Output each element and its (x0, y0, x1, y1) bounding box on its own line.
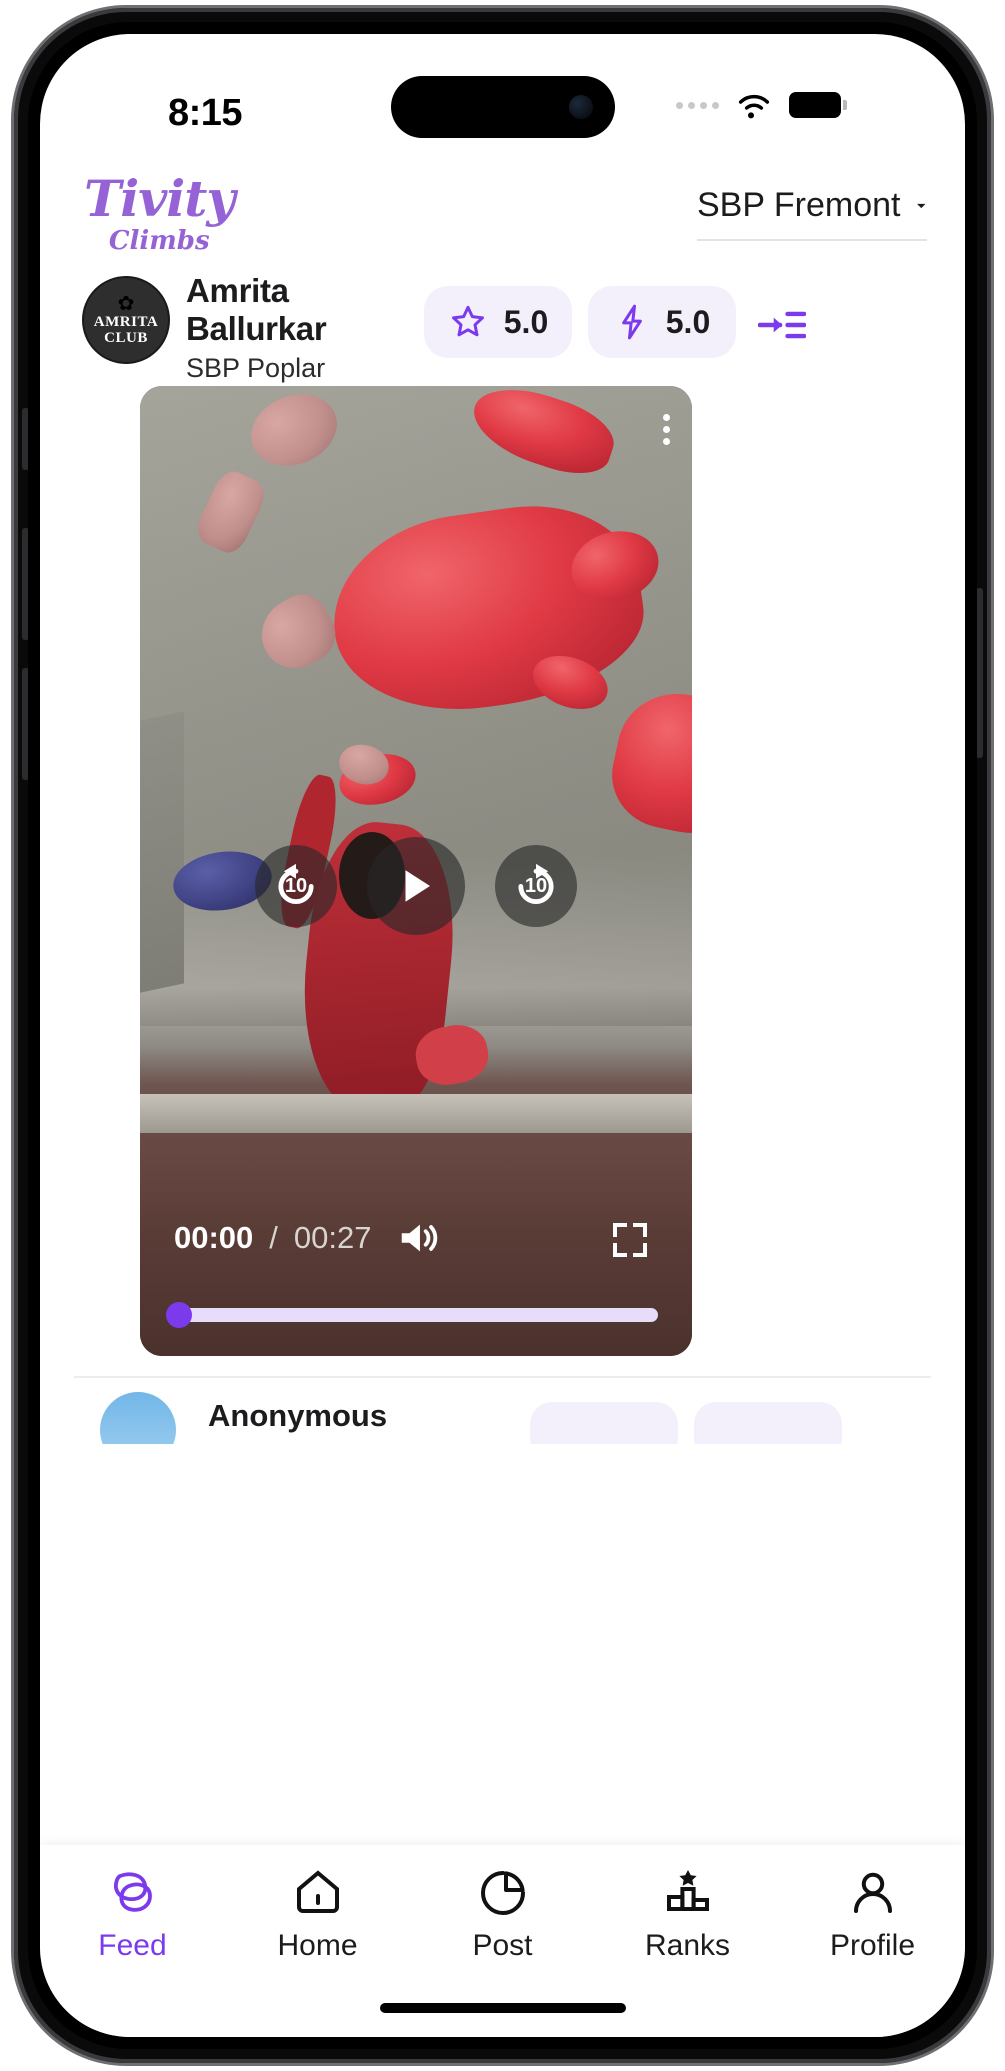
video-more-options-button[interactable] (663, 414, 670, 445)
current-time: 00:00 (174, 1220, 254, 1255)
volume-up-icon[interactable] (396, 1218, 442, 1258)
ranks-icon (666, 1870, 709, 1911)
add-to-list-icon (757, 311, 807, 339)
status-time: 8:15 (168, 92, 243, 134)
front-camera-icon (568, 95, 593, 119)
video-time-display: 00:00 / 00:27 (174, 1218, 442, 1258)
nav-item-profile[interactable]: Profile (798, 1867, 948, 1963)
total-time: 00:27 (293, 1220, 372, 1255)
add-to-list-button[interactable] (757, 306, 807, 349)
rating-pill[interactable]: 5.0 (424, 286, 572, 358)
nav-label-profile: Profile (829, 1929, 916, 1962)
chevron-down-icon (917, 203, 926, 208)
nav-label-feed: Feed (98, 1929, 167, 1962)
forward-seconds-label: 10 (524, 874, 548, 897)
feed-divider (74, 1376, 931, 1378)
forward-10-button[interactable]: 10 (495, 845, 577, 927)
nav-label-post: Post (472, 1929, 533, 1962)
feed-icon (113, 1872, 152, 1912)
app-logo: Tivity Climbs (84, 169, 235, 257)
rewind-seconds-label: 10 (284, 874, 308, 897)
video-bottom-controls: 00:00 / 00:27 (140, 1196, 692, 1356)
status-bar: 8:15 (40, 34, 965, 166)
brand-name: Tivity (84, 169, 235, 228)
power-pill[interactable]: 5.0 (588, 286, 736, 358)
nav-label-home: Home (277, 1929, 358, 1962)
profile-icon (853, 1872, 892, 1913)
battery-full-icon (789, 92, 847, 118)
next-post-avatar (100, 1392, 176, 1444)
wifi-icon (738, 94, 770, 119)
post-user-info: Amrita Ballurkar SBP Poplar (186, 272, 416, 384)
app-header: Tivity Climbs SBP Fremont (40, 166, 965, 276)
nav-item-home[interactable]: Home (243, 1867, 393, 1963)
post-user-name[interactable]: Amrita Ballurkar (186, 272, 416, 349)
time-separator: / (269, 1220, 278, 1255)
gym-selector-dropdown[interactable]: SBP Fremont (697, 186, 927, 241)
phone-bezel: 8:15 Tivity Climbs SBP Fremont ✿ AMRITA … (28, 22, 977, 2049)
nav-item-post[interactable]: Post (428, 1867, 578, 1963)
rating-value: 5.0 (503, 303, 549, 340)
fullscreen-icon (613, 1223, 647, 1257)
status-indicators (676, 90, 847, 120)
brand-subtitle: Climbs (108, 226, 210, 256)
phone-screen: 8:15 Tivity Climbs SBP Fremont ✿ AMRITA … (40, 34, 965, 2037)
signal-dots-icon (676, 101, 719, 109)
home-icon (296, 1870, 339, 1913)
post-user-gym: SBP Poplar (186, 352, 326, 383)
dynamic-island (390, 76, 615, 138)
nav-item-feed[interactable]: Feed (58, 1867, 208, 1963)
nav-item-ranks[interactable]: Ranks (613, 1867, 763, 1963)
avatar[interactable]: ✿ AMRITA CLUB (82, 276, 170, 364)
star-icon (451, 305, 484, 337)
avatar-club-line2: CLUB (104, 329, 148, 346)
next-post-preview[interactable]: Anonymous (40, 1386, 965, 1444)
video-progress-bar[interactable] (165, 1302, 658, 1328)
play-icon (405, 870, 430, 902)
avatar-club-line1: AMRITA (93, 313, 159, 330)
rewind-10-button[interactable]: 10 (255, 845, 337, 927)
fullscreen-button[interactable] (610, 1220, 650, 1265)
play-button[interactable] (367, 837, 465, 935)
flame-icon: ✿ (117, 292, 135, 315)
nav-label-ranks: Ranks (644, 1929, 731, 1962)
power-button[interactable] (976, 588, 983, 758)
gym-selector-value: SBP Fremont (697, 186, 901, 224)
video-progress-thumb[interactable] (165, 1302, 192, 1328)
next-post-rating-pill[interactable] (530, 1402, 678, 1444)
video-center-controls: 10 10 (255, 837, 577, 935)
next-post-power-pill[interactable] (694, 1402, 842, 1444)
post-icon (480, 1871, 525, 1915)
home-indicator (379, 2003, 626, 2013)
power-value: 5.0 (665, 303, 711, 340)
lightning-bolt-icon (621, 304, 642, 340)
next-post-user-name: Anonymous (208, 1398, 388, 1433)
post-header: ✿ AMRITA CLUB Amrita Ballurkar SBP Popla… (40, 272, 965, 394)
video-player[interactable]: 10 10 00:00 / 00:27 (140, 386, 692, 1356)
phone-device-frame: 8:15 Tivity Climbs SBP Fremont ✿ AMRITA … (14, 8, 991, 2063)
